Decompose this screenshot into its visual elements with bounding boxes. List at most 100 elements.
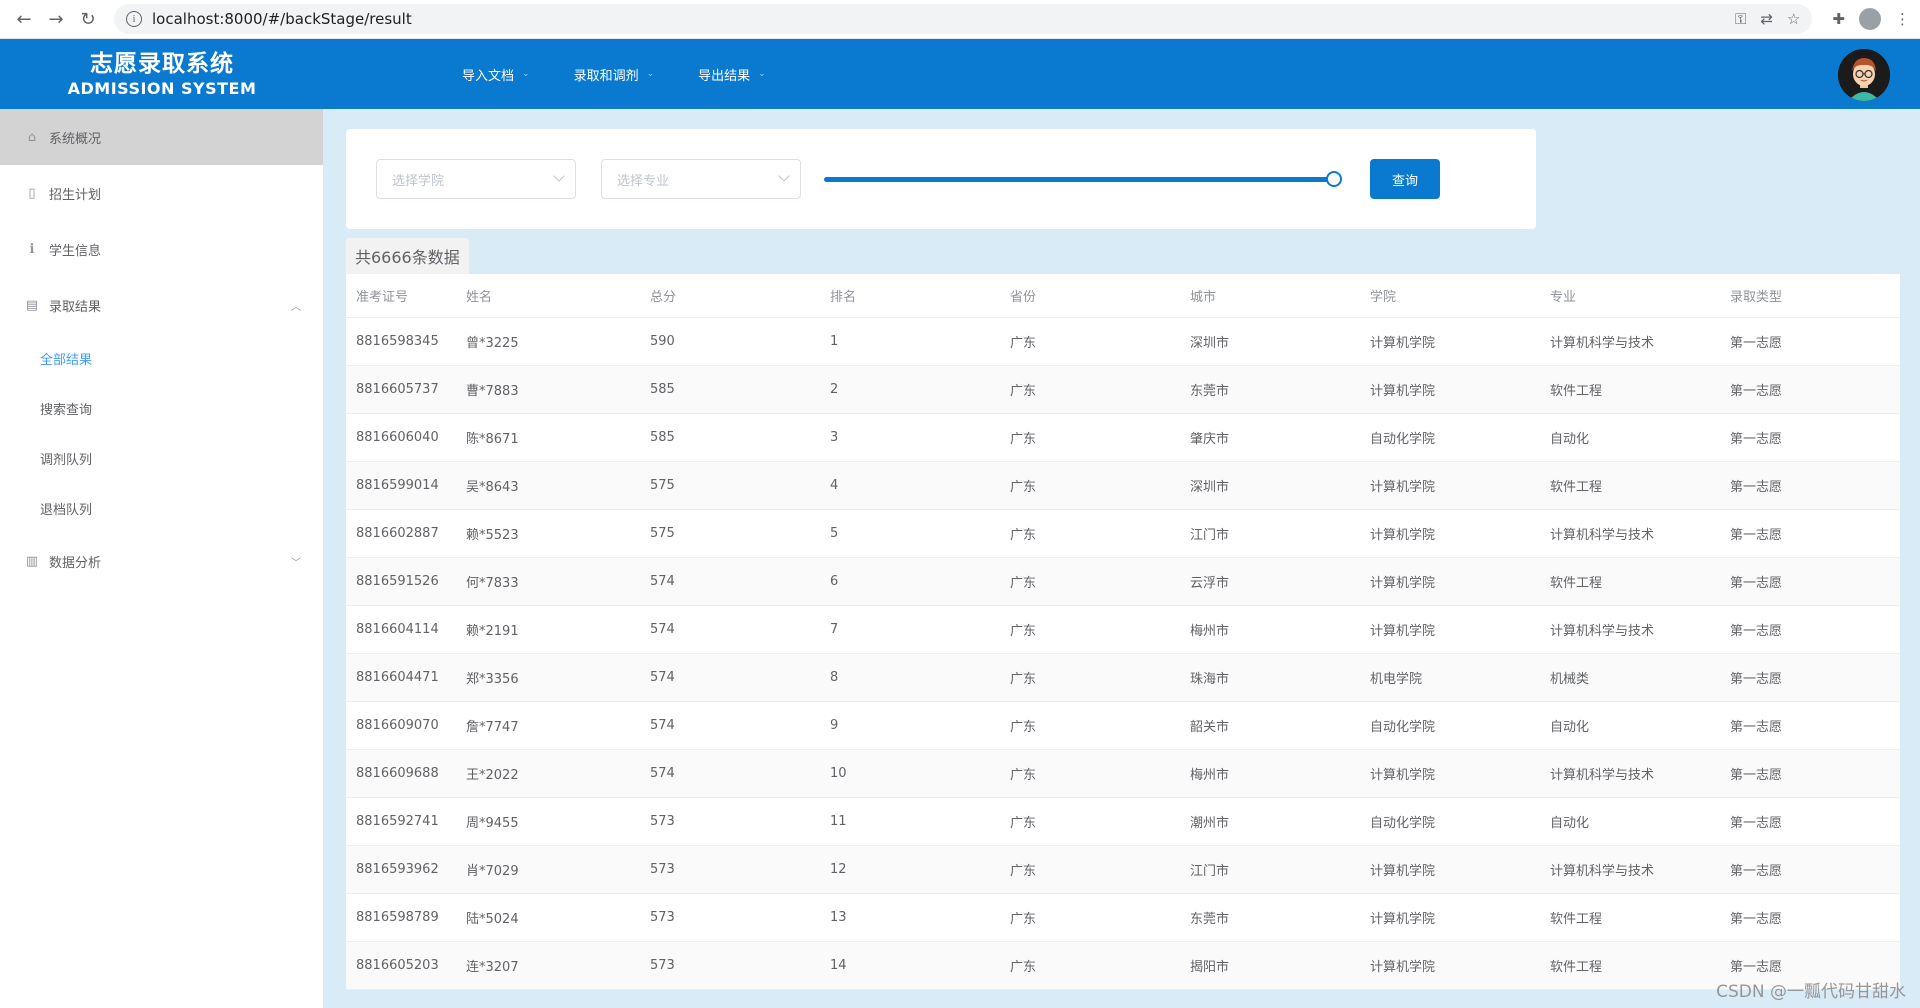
table-row[interactable]: 8816599014 吴*8643 575 4 广东 深圳市 计算机学院 软件工程 第一志愿: [346, 462, 1900, 510]
table-row[interactable]: 8816592741 周*9455 573 11 广东 潮州市 自动化学院 自动化 第一志愿: [346, 798, 1900, 846]
table-cell: 8816609688: [356, 766, 439, 781]
table-cell: 王*2022: [466, 768, 519, 783]
table-cell: 8816593962: [356, 862, 439, 877]
score-slider[interactable]: [824, 171, 1342, 187]
table-cell: 广东: [1010, 336, 1037, 351]
table-cell: 第一志愿: [1730, 960, 1783, 975]
table-cell: 软件工程: [1550, 480, 1603, 495]
table-row[interactable]: 8816605203 连*3207 573 14 广东 揭阳市 计算机学院 软件工程 第一志愿: [346, 942, 1900, 990]
table-row[interactable]: 8816609070 詹*7747 574 9 广东 韶关市 自动化学院 自动化 第一志愿: [346, 702, 1900, 750]
table-cell: 7: [830, 622, 839, 637]
table-row[interactable]: 8816598345 曾*3225 590 1 广东 深圳市 计算机学院 计算机科学与技术 第一…: [346, 318, 1900, 366]
column-header[interactable]: 排名: [820, 286, 1000, 305]
top-menu-label: 导入文档: [462, 68, 515, 84]
table-cell: 585: [650, 382, 675, 397]
table-cell: 赖*5523: [466, 528, 519, 543]
sidebar-item-enrollment-plan[interactable]: ▯ 招生计划: [0, 165, 323, 221]
address-bar[interactable]: i localhost:8000/#/backStage/result ⚿ ⇄ …: [114, 4, 1813, 34]
translate-icon[interactable]: ⇄: [1760, 10, 1773, 28]
sidebar-item-student-info[interactable]: ℹ 学生信息: [0, 221, 323, 277]
table-cell: 计算机学院: [1370, 864, 1436, 879]
table-row[interactable]: 8816598789 陆*5024 573 13 广东 东莞市 计算机学院 软件工程 第一志愿: [346, 894, 1900, 942]
back-icon[interactable]: ←: [10, 5, 38, 33]
table-cell: 软件工程: [1550, 912, 1603, 927]
table-row[interactable]: 8816593962 肖*7029 573 12 广东 江门市 计算机学院 计算机科学与技术 第…: [346, 846, 1900, 894]
table-cell: 广东: [1010, 528, 1037, 543]
home-icon: ⌂: [27, 129, 37, 145]
table-cell: 陆*5024: [466, 912, 519, 927]
column-header[interactable]: 姓名: [456, 286, 640, 305]
sidebar-subitem-adjust-queue[interactable]: 调剂队列: [0, 433, 323, 483]
sidebar-item-overview[interactable]: ⌂ 系统概况: [0, 109, 323, 165]
table-cell: 第一志愿: [1730, 480, 1783, 495]
table-row[interactable]: 8816604471 郑*3356 574 8 广东 珠海市 机电学院 机械类 第一志愿: [346, 654, 1900, 702]
sidebar-subitem-all-results[interactable]: 全部结果: [0, 333, 323, 383]
major-select[interactable]: 选择专业: [601, 159, 801, 199]
column-header[interactable]: 总分: [640, 286, 820, 305]
app-logo: 志愿录取系统 ADMISSION SYSTEM: [0, 49, 324, 99]
chevron-down-icon: ﹀: [291, 557, 301, 569]
sidebar-subitem-reject-queue[interactable]: 退档队列: [0, 483, 323, 533]
college-select[interactable]: 选择学院: [376, 159, 576, 199]
table-cell: 11: [830, 814, 847, 829]
column-header[interactable]: 准考证号: [346, 286, 456, 305]
table-row[interactable]: 8816602887 赖*5523 575 5 广东 江门市 计算机学院 计算机科学与技术 第一…: [346, 510, 1900, 558]
table-cell: 东莞市: [1190, 384, 1230, 399]
table-cell: 郑*3356: [466, 672, 519, 687]
table-cell: 575: [650, 478, 675, 493]
site-info-icon[interactable]: i: [126, 11, 142, 27]
table-header-row: 准考证号 姓名 总分 排名 省份 城市 学院 专业 录取类型: [346, 274, 1900, 318]
table-cell: 8816599014: [356, 478, 439, 493]
chevron-down-icon: ⌄: [646, 69, 655, 79]
sidebar: ⌂ 系统概况 ▯ 招生计划 ℹ 学生信息 ▤ 录取结果 ︿ 全部结果 搜索查询 …: [0, 109, 324, 1008]
user-avatar[interactable]: [1838, 49, 1890, 101]
reload-icon[interactable]: ↻: [74, 5, 102, 33]
table-cell: 自动化: [1550, 432, 1590, 447]
table-cell: 574: [650, 766, 675, 781]
table-cell: 计算机学院: [1370, 576, 1436, 591]
table-cell: 574: [650, 718, 675, 733]
profile-icon[interactable]: [1859, 8, 1881, 30]
top-menu-export[interactable]: 导出结果 ⌄: [676, 39, 788, 109]
column-header[interactable]: 学院: [1360, 286, 1540, 305]
query-button[interactable]: 查询: [1370, 159, 1440, 199]
table-row[interactable]: 8816606040 陈*8671 585 3 广东 肇庆市 自动化学院 自动化 第一志愿: [346, 414, 1900, 462]
top-menu-import[interactable]: 导入文档 ⌄: [440, 39, 552, 109]
table-row[interactable]: 8816604114 赖*2191 574 7 广东 梅州市 计算机学院 计算机科学与技术 第一…: [346, 606, 1900, 654]
table-cell: 广东: [1010, 816, 1037, 831]
sidebar-item-analysis[interactable]: ▥ 数据分析 ﹀: [0, 533, 323, 589]
table-cell: 5: [830, 526, 839, 541]
chevron-down-icon: ⌄: [758, 69, 766, 79]
column-header[interactable]: 省份: [1000, 286, 1180, 305]
top-menu-label: 导出结果: [698, 68, 751, 84]
table-cell: 573: [650, 814, 675, 829]
forward-icon[interactable]: →: [42, 5, 70, 33]
top-menu-admission[interactable]: 录取和调剂 ⌄: [552, 39, 677, 109]
slider-handle[interactable]: [1326, 171, 1342, 187]
table-row[interactable]: 8816605737 曹*7883 585 2 广东 东莞市 计算机学院 软件工程 第一志愿: [346, 366, 1900, 414]
table-cell: 12: [830, 862, 847, 877]
sidebar-subitem-search[interactable]: 搜索查询: [0, 383, 323, 433]
table-cell: 4: [830, 478, 839, 493]
extensions-icon[interactable]: ✚: [1832, 10, 1845, 28]
table-row[interactable]: 8816591526 何*7833 574 6 广东 云浮市 计算机学院 软件工程 第一志愿: [346, 558, 1900, 606]
url-text[interactable]: localhost:8000/#/backStage/result: [152, 10, 412, 28]
table-cell: 吴*8643: [466, 480, 519, 495]
column-header[interactable]: 录取类型: [1720, 286, 1900, 305]
browser-menu-icon[interactable]: ⋮: [1895, 10, 1910, 28]
table-cell: 自动化学院: [1370, 816, 1436, 831]
table-cell: 计算机学院: [1370, 768, 1436, 783]
top-menu-label: 录取和调剂: [573, 68, 639, 84]
chevron-down-icon: [553, 170, 565, 182]
table-cell: 第一志愿: [1730, 672, 1783, 687]
sidebar-item-results[interactable]: ▤ 录取结果 ︿: [0, 277, 323, 333]
table-row[interactable]: 8816609688 王*2022 574 10 广东 梅州市 计算机学院 计算机科学与技术 第…: [346, 750, 1900, 798]
bookmark-star-icon[interactable]: ☆: [1787, 10, 1800, 28]
column-header[interactable]: 城市: [1180, 286, 1360, 305]
key-icon[interactable]: ⚿: [1735, 10, 1746, 28]
table-cell: 第一志愿: [1730, 864, 1783, 879]
column-header[interactable]: 专业: [1540, 286, 1720, 305]
table-cell: 计算机学院: [1370, 528, 1436, 543]
table-cell: 8816591526: [356, 574, 439, 589]
table-cell: 软件工程: [1550, 960, 1603, 975]
